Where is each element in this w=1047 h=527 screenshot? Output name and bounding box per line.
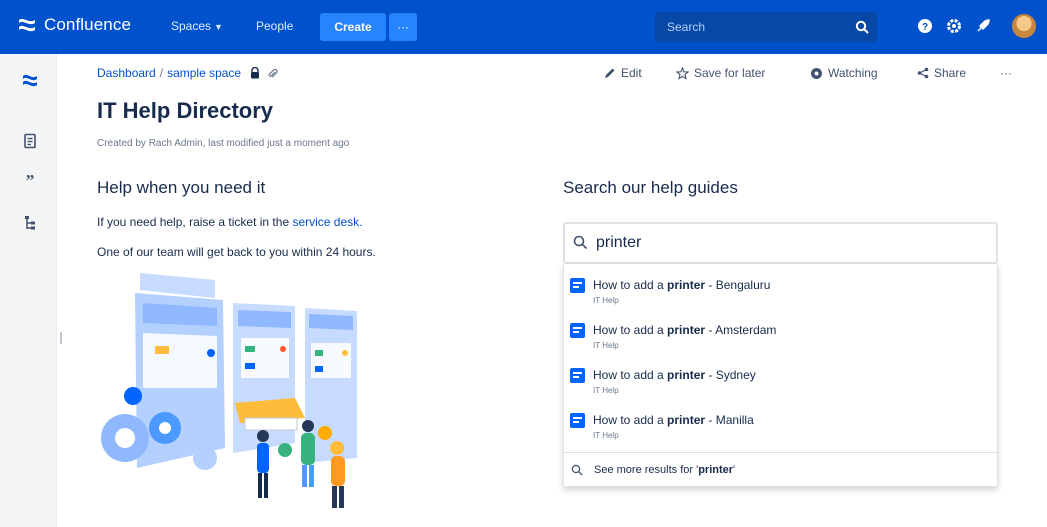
pages-icon[interactable] (22, 133, 38, 149)
global-search-input[interactable]: Search (655, 12, 877, 42)
help-paragraph-end: . (359, 215, 363, 229)
search-guides-heading: Search our help guides (563, 178, 738, 197)
see-more-results-label: See more results for 'printer' (594, 464, 736, 476)
sidebar-resize-handle[interactable] (60, 332, 62, 344)
page-title: IT Help Directory (97, 98, 274, 123)
search-icon (855, 20, 869, 34)
create-button[interactable]: Create (320, 13, 386, 41)
result-title: How to add a printer - Manilla (593, 413, 754, 427)
share-label: Share (934, 66, 967, 80)
pencil-icon (605, 68, 615, 78)
edit-label: Edit (621, 66, 642, 80)
result-title: How to add a printer - Bengaluru (593, 278, 771, 292)
people-link[interactable]: People (256, 19, 293, 33)
help-icon[interactable]: ? (917, 18, 933, 34)
result-space: IT Help (593, 386, 619, 395)
attachment-icon[interactable] (267, 68, 278, 79)
result-title: How to add a printer - Sydney (593, 368, 756, 382)
share-button[interactable]: Share (917, 66, 966, 80)
search-icon (571, 464, 583, 476)
search-results-dropdown: How to add a printer - Bengaluru IT Help… (563, 264, 998, 487)
user-avatar[interactable] (1012, 14, 1036, 38)
settings-icon[interactable] (946, 18, 962, 34)
spaces-menu[interactable]: Spaces ▼ (171, 19, 223, 33)
see-more-results-link[interactable]: See more results for 'printer' (564, 452, 997, 486)
page-document-icon (570, 278, 585, 293)
watching-label: Watching (828, 66, 878, 80)
page-byline: Created by Rach Admin, last modified jus… (97, 138, 350, 149)
breadcrumb-space[interactable]: sample space (167, 66, 241, 80)
more-actions-button[interactable]: ··· (1000, 66, 1012, 80)
help-paragraph: If you need help, raise a ticket in the … (97, 215, 363, 229)
top-navigation-bar: Confluence Spaces ▼ People Create ··· Sea… (0, 0, 1047, 54)
help-search-input[interactable]: printer (563, 222, 998, 264)
brand-name: Confluence (44, 15, 132, 34)
result-space: IT Help (593, 431, 619, 440)
space-sidebar: ” (0, 54, 57, 527)
star-icon (676, 66, 689, 80)
blog-quote-icon[interactable]: ” (22, 171, 38, 187)
page-document-icon (570, 323, 585, 338)
svg-text:?: ? (922, 22, 928, 33)
eye-icon (811, 67, 822, 79)
help-desk-illustration (101, 273, 357, 508)
watching-button[interactable]: Watching (810, 66, 878, 80)
search-result-item[interactable]: How to add a printer - Amsterdam IT Help (570, 320, 990, 360)
result-space: IT Help (593, 296, 619, 305)
breadcrumb: Dashboard / sample space (97, 66, 278, 80)
confluence-logo-icon (19, 18, 35, 32)
search-result-item[interactable]: How to add a printer - Manilla IT Help (570, 410, 990, 450)
notifications-icon[interactable] (975, 18, 991, 34)
create-more-button[interactable]: ··· (389, 13, 417, 41)
service-desk-link[interactable]: service desk (292, 215, 359, 229)
confluence-logo-icon[interactable] (22, 72, 38, 88)
page-document-icon (570, 368, 585, 383)
page-document-icon (570, 413, 585, 428)
help-heading: Help when you need it (97, 178, 266, 197)
result-space: IT Help (593, 341, 619, 350)
response-time-paragraph: One of our team will get back to you wit… (97, 245, 376, 259)
page-tree-icon[interactable] (22, 215, 38, 231)
share-icon (917, 67, 929, 79)
spaces-label: Spaces (171, 19, 212, 33)
chevron-down-icon: ▼ (214, 22, 223, 32)
breadcrumb-separator: / (159, 66, 164, 80)
breadcrumb-dashboard[interactable]: Dashboard (97, 66, 156, 80)
search-placeholder: Search (667, 20, 706, 34)
svg-text:”: ” (26, 171, 35, 187)
result-title: How to add a printer - Amsterdam (593, 323, 777, 337)
search-result-item[interactable]: How to add a printer - Sydney IT Help (570, 365, 990, 405)
search-query: printer (596, 234, 642, 251)
search-result-item[interactable]: How to add a printer - Bengaluru IT Help (570, 275, 990, 315)
search-icon (573, 235, 588, 250)
edit-button[interactable]: Edit (604, 66, 642, 80)
save-for-later-label: Save for later (694, 66, 766, 80)
save-for-later-button[interactable]: Save for later (676, 66, 765, 80)
confluence-home-link[interactable]: Confluence (16, 14, 131, 36)
restrictions-lock-icon[interactable] (249, 67, 261, 79)
help-paragraph-text: If you need help, raise a ticket in the (97, 215, 293, 229)
